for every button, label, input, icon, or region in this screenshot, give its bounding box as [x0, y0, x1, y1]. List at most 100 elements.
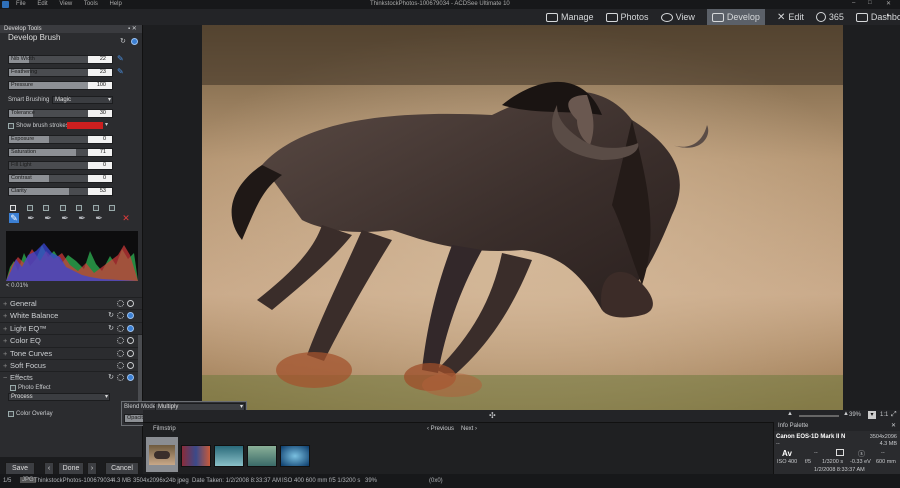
eyedropper-icon[interactable]: ✒ — [60, 213, 70, 223]
section-soft-focus[interactable]: + Soft Focus — [0, 359, 142, 371]
zoom-slider[interactable] — [799, 415, 839, 417]
gear-icon[interactable] — [117, 349, 124, 357]
channel-checkbox[interactable] — [43, 205, 49, 211]
adjustment-slider-exposure[interactable]: Exposure 0 — [8, 135, 113, 144]
next-button[interactable]: Next › — [461, 426, 477, 432]
reset-icon[interactable]: ↻ — [108, 374, 114, 381]
mode-photos[interactable]: Photos — [605, 9, 649, 25]
smart-brushing-dropdown[interactable]: Magic ▾ — [52, 96, 113, 104]
photo-canvas[interactable] — [202, 25, 843, 410]
section-general[interactable]: + General — [0, 297, 142, 309]
close-icon[interactable]: ✕ — [891, 422, 896, 429]
stroke-color-swatch[interactable] — [67, 122, 103, 129]
expand-icon[interactable]: + — [3, 348, 7, 360]
zoom-dropdown-icon[interactable]: ▾ — [868, 411, 876, 419]
gear-icon[interactable] — [117, 374, 124, 382]
reset-icon[interactable]: ↻ — [108, 325, 114, 332]
eyedropper-icon[interactable]: ✒ — [26, 213, 36, 223]
mode-manage[interactable]: Manage — [546, 9, 594, 25]
gear-icon[interactable] — [117, 362, 124, 369]
eyedropper-icon[interactable]: ✒ — [77, 213, 87, 223]
slider-value[interactable]: 53 — [88, 188, 112, 195]
channel-checkbox[interactable] — [10, 205, 16, 211]
panel-pin-icon[interactable]: ▪ ✕ — [128, 25, 137, 32]
enable-toggle-icon[interactable] — [127, 324, 134, 332]
enable-toggle-icon[interactable] — [127, 337, 134, 345]
section-light-eq[interactable]: + Light EQ™ ↻ — [0, 321, 142, 334]
enable-toggle-icon[interactable] — [127, 300, 134, 307]
zoom-out-icon[interactable]: ▲ — [787, 411, 793, 417]
expand-icon[interactable]: + — [3, 298, 7, 310]
thumbnail-selected[interactable] — [146, 437, 178, 472]
section-color-eq[interactable]: + Color EQ — [0, 334, 142, 347]
gear-icon[interactable] — [117, 324, 124, 332]
nib-width-slider[interactable]: Nib Width 22 — [8, 55, 113, 64]
enable-toggle-icon[interactable] — [127, 374, 134, 382]
slider-value[interactable]: 0 — [88, 175, 112, 182]
mode-develop[interactable]: Develop — [706, 9, 765, 25]
expand-icon[interactable]: + — [3, 310, 7, 322]
gear-icon[interactable] — [117, 337, 124, 345]
chevron-down-icon[interactable]: ▾ — [105, 121, 108, 128]
thumbnail[interactable] — [247, 445, 277, 467]
slider-value[interactable]: 71 — [88, 149, 112, 156]
channel-checkbox[interactable] — [92, 205, 99, 211]
feathering-slider[interactable]: Feathering 23 — [8, 68, 113, 77]
slider-value[interactable]: 30 — [88, 110, 112, 117]
menu-file[interactable]: File — [16, 1, 26, 7]
expand-icon[interactable]: − — [3, 372, 7, 384]
gear-icon[interactable] — [117, 312, 124, 320]
maximize-icon[interactable]: □ — [868, 0, 872, 6]
slider-value[interactable]: 22 — [88, 56, 112, 63]
adjustment-slider-contrast[interactable]: Contrast 0 — [8, 174, 113, 183]
pressure-slider[interactable]: Pressure 100 — [8, 81, 113, 90]
menu-view[interactable]: View — [59, 1, 72, 7]
brush-left-icon[interactable]: ✎ — [117, 54, 124, 63]
channel-checkbox[interactable] — [76, 205, 82, 211]
enable-toggle-icon[interactable] — [127, 312, 134, 320]
channel-checkbox[interactable] — [26, 205, 33, 211]
mode-365[interactable]: 365 — [815, 9, 844, 25]
menu-help[interactable]: Help — [110, 1, 122, 7]
slider-value[interactable]: 100 — [88, 82, 112, 89]
gear-icon[interactable] — [117, 300, 124, 307]
brush-right-icon[interactable]: ✎ — [117, 67, 124, 76]
show-strokes-checkbox[interactable] — [8, 123, 14, 129]
clear-icon[interactable]: ✕ — [121, 213, 131, 223]
menu-edit[interactable]: Edit — [37, 1, 47, 7]
eyedropper-icon[interactable]: ✒ — [43, 213, 53, 223]
enable-toggle-icon[interactable] — [127, 349, 134, 357]
mode-dashboard[interactable]: Dashboard — [855, 9, 900, 25]
adjustment-slider-saturation[interactable]: Saturation 71 — [8, 148, 113, 157]
brush-enable-icon[interactable] — [131, 38, 138, 45]
expand-icon[interactable]: + — [3, 360, 7, 372]
channel-checkbox[interactable] — [109, 205, 115, 211]
reset-icon[interactable]: ↻ — [120, 37, 126, 45]
section-effects[interactable]: − Effects ↻ — [0, 371, 142, 384]
adjustment-slider-fill-light[interactable]: Fill Light 0 — [8, 161, 113, 170]
adjustment-slider-clarity[interactable]: Clarity 53 — [8, 187, 113, 196]
thumbnail[interactable] — [214, 445, 244, 467]
zoom-level[interactable]: 39% — [849, 412, 861, 418]
thumbnail[interactable] — [181, 445, 211, 467]
reset-icon[interactable]: ↻ — [108, 312, 114, 319]
hand-tool-icon[interactable]: ✣ — [489, 411, 496, 420]
section-white-balance[interactable]: + White Balance ↻ — [0, 309, 142, 322]
tolerance-slider[interactable]: Tolerance 30 — [8, 109, 113, 118]
fit-icon[interactable]: ⤢ — [891, 411, 897, 419]
enable-toggle-icon[interactable] — [127, 362, 134, 369]
mode-edit[interactable]: ✕ Edit — [777, 9, 804, 25]
color-overlay-checkbox[interactable] — [8, 411, 14, 417]
close-icon[interactable]: ✕ — [886, 0, 891, 7]
menu-tools[interactable]: Tools — [84, 1, 98, 7]
section-tone-curves[interactable]: + Tone Curves — [0, 346, 142, 360]
slider-value[interactable]: 0 — [88, 136, 112, 143]
expand-icon[interactable]: + — [3, 335, 7, 347]
eyedropper-icon[interactable]: ✒ — [94, 213, 104, 223]
brush-tool-icon[interactable]: ✎ — [9, 213, 19, 223]
slider-value[interactable]: 23 — [88, 69, 112, 76]
minimize-icon[interactable]: – — [852, 0, 855, 6]
mode-view[interactable]: View — [660, 9, 695, 25]
settings-eye-icon[interactable]: ◔ — [884, 11, 890, 22]
actual-size-button[interactable]: 1:1 — [880, 412, 888, 418]
